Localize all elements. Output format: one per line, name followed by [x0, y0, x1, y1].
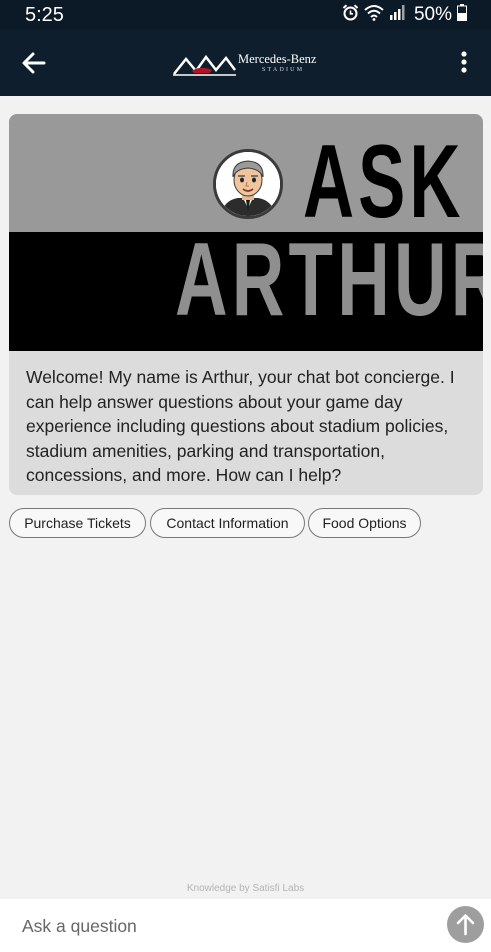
more-options-button[interactable]	[452, 50, 476, 76]
arrow-left-icon	[20, 52, 48, 82]
status-bar: 5:25 50%	[0, 0, 491, 30]
banner-title-arthur: ARTHUR	[175, 222, 483, 338]
status-icons: 50%	[342, 4, 467, 26]
status-time: 5:25	[25, 4, 64, 26]
welcome-message: Welcome! My name is Arthur, your chat bo…	[26, 367, 455, 485]
app-bar: Mercedes-Benz STADIUM	[0, 30, 491, 96]
banner-title-ask: ASK	[303, 124, 465, 240]
footer-credit: Knowledge by Satisfi Labs	[186, 883, 305, 894]
more-vertical-icon	[452, 51, 476, 80]
chip-purchase-tickets[interactable]: Purchase Tickets	[9, 508, 146, 538]
signal-icon	[389, 5, 405, 25]
wifi-icon	[364, 4, 384, 26]
phone-screen: 5:25 50% Mercedes-Benz STADIUM ASK ARTHU…	[0, 0, 491, 952]
arrow-up-icon	[447, 914, 484, 947]
ask-arthur-banner: ASK ARTHUR	[9, 114, 483, 351]
chip-food-options[interactable]: Food Options	[308, 508, 421, 538]
arthur-avatar	[213, 149, 283, 219]
arthur-avatar-illustration	[216, 152, 280, 216]
welcome-card: ASK ARTHUR Welcome! My name is Arthur, y…	[9, 114, 483, 495]
brand-name: Mercedes-Benz	[238, 52, 317, 66]
back-button[interactable]	[20, 48, 48, 78]
alarm-clock-icon	[342, 4, 359, 26]
stadium-logo-mark	[173, 54, 236, 76]
chip-contact-information[interactable]: Contact Information	[150, 508, 305, 538]
send-button[interactable]	[447, 906, 484, 943]
brand-subtitle: STADIUM	[262, 67, 305, 73]
battery-icon	[457, 4, 467, 26]
input-bar	[0, 899, 491, 952]
stadium-logo: Mercedes-Benz STADIUM	[172, 49, 324, 77]
question-input[interactable]	[22, 911, 422, 941]
battery-percentage: 50%	[413, 4, 452, 25]
